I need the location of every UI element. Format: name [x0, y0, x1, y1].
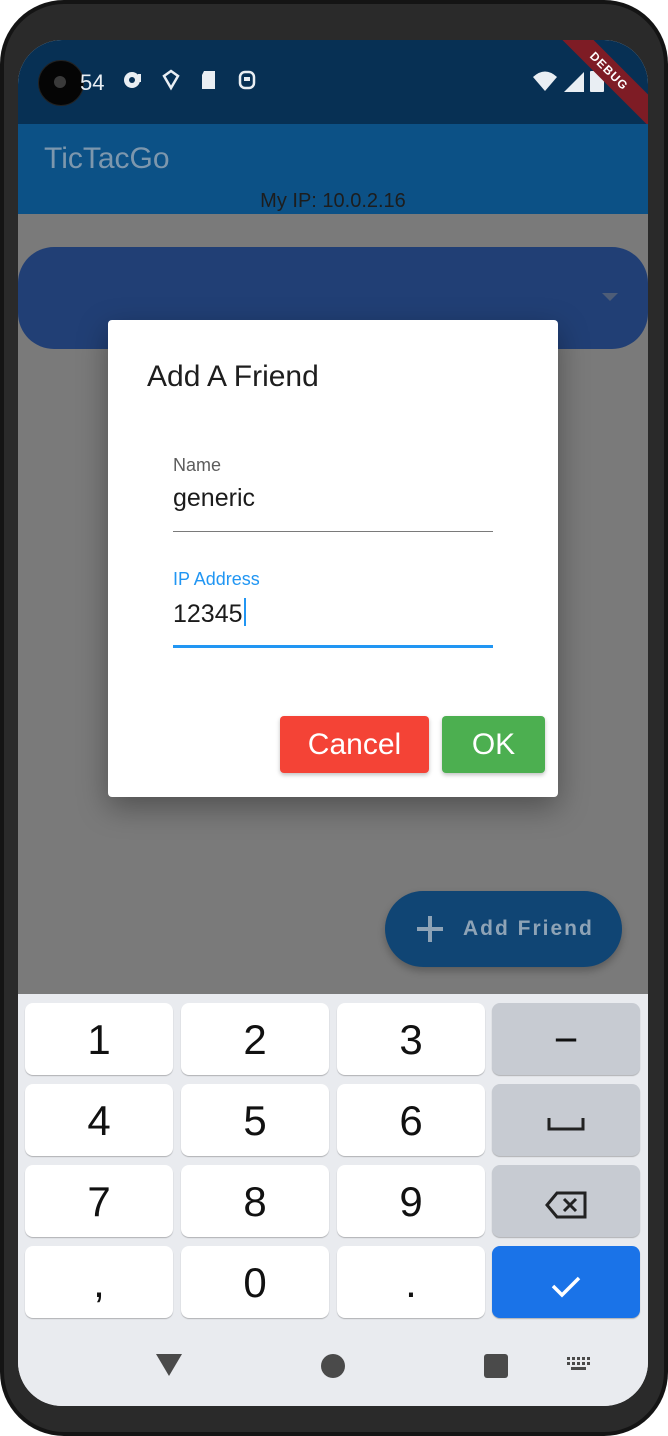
key-period[interactable]: . — [337, 1246, 485, 1318]
key-5[interactable]: 5 — [181, 1084, 329, 1156]
key-2[interactable]: 2 — [181, 1003, 329, 1075]
ip-address-field-underline — [173, 645, 493, 648]
status-time: 54 — [80, 70, 105, 95]
keyboard-switch-icon[interactable] — [566, 1356, 592, 1372]
key-backspace[interactable] — [492, 1165, 640, 1237]
name-field[interactable]: Name generic — [173, 455, 493, 533]
key-1[interactable]: 1 — [25, 1003, 173, 1075]
sim-notification-icon — [238, 70, 256, 90]
name-field-label: Name — [173, 455, 222, 475]
ok-button[interactable]: OK — [442, 716, 545, 773]
home-icon[interactable] — [321, 1354, 345, 1378]
front-camera — [38, 60, 84, 106]
sd-card-icon — [202, 71, 215, 89]
cancel-button[interactable]: Cancel — [280, 716, 429, 773]
my-ip-label: My IP: 10.0.2.16 — [260, 190, 406, 212]
key-4[interactable]: 4 — [25, 1084, 173, 1156]
status-bar: 54 DEBUG — [18, 40, 648, 139]
media-notification-icon — [124, 72, 141, 88]
key-space[interactable] — [492, 1084, 640, 1156]
wifi-icon — [533, 71, 557, 91]
key-comma[interactable]: , — [25, 1246, 173, 1318]
ip-address-field-input[interactable]: 12345 — [173, 598, 493, 632]
dialog-title: Add A Friend — [147, 360, 319, 393]
key-0[interactable]: 0 — [181, 1246, 329, 1318]
key-7[interactable]: 7 — [25, 1165, 173, 1237]
name-field-value[interactable]: generic — [173, 484, 493, 518]
add-friend-dialog: Add A Friend Name generic IP Address 123… — [108, 320, 558, 797]
shield-notification-icon — [162, 69, 180, 91]
checkmark-icon — [551, 1276, 581, 1298]
ip-address-value: 12345 — [173, 600, 243, 628]
backspace-icon — [545, 1191, 587, 1219]
key-3[interactable]: 3 — [337, 1003, 485, 1075]
key-6[interactable]: 6 — [337, 1084, 485, 1156]
cell-signal-icon — [564, 72, 584, 92]
key-done[interactable] — [492, 1246, 640, 1318]
ip-address-field-label: IP Address — [173, 569, 260, 589]
device-frame: 54 DEBUG TicTacGo My IP: 10.0.2.16 Add F… — [0, 0, 668, 1436]
app-bar: TicTacGo My IP: 10.0.2.16 — [18, 124, 648, 214]
name-field-underline — [173, 531, 493, 532]
navigation-bar — [18, 1338, 648, 1406]
dropdown-arrow-icon — [602, 293, 618, 301]
notification-icons — [122, 68, 258, 92]
key-9[interactable]: 9 — [337, 1165, 485, 1237]
add-friend-label: Add Friend — [463, 917, 594, 940]
numeric-keyboard: 1 2 3 − 4 5 6 7 8 9 , 0 . — [18, 994, 648, 1406]
space-icon — [547, 1117, 585, 1131]
key-8[interactable]: 8 — [181, 1165, 329, 1237]
ip-address-field[interactable]: IP Address 12345 — [173, 569, 493, 649]
add-friend-button[interactable]: Add Friend — [385, 891, 622, 967]
plus-icon — [417, 916, 443, 942]
text-cursor — [243, 598, 246, 626]
back-icon[interactable] — [156, 1354, 182, 1376]
key-minus[interactable]: − — [492, 1003, 640, 1075]
screen: 54 DEBUG TicTacGo My IP: 10.0.2.16 Add F… — [18, 40, 648, 1406]
app-title: TicTacGo — [44, 142, 170, 175]
recent-apps-icon[interactable] — [484, 1354, 508, 1378]
